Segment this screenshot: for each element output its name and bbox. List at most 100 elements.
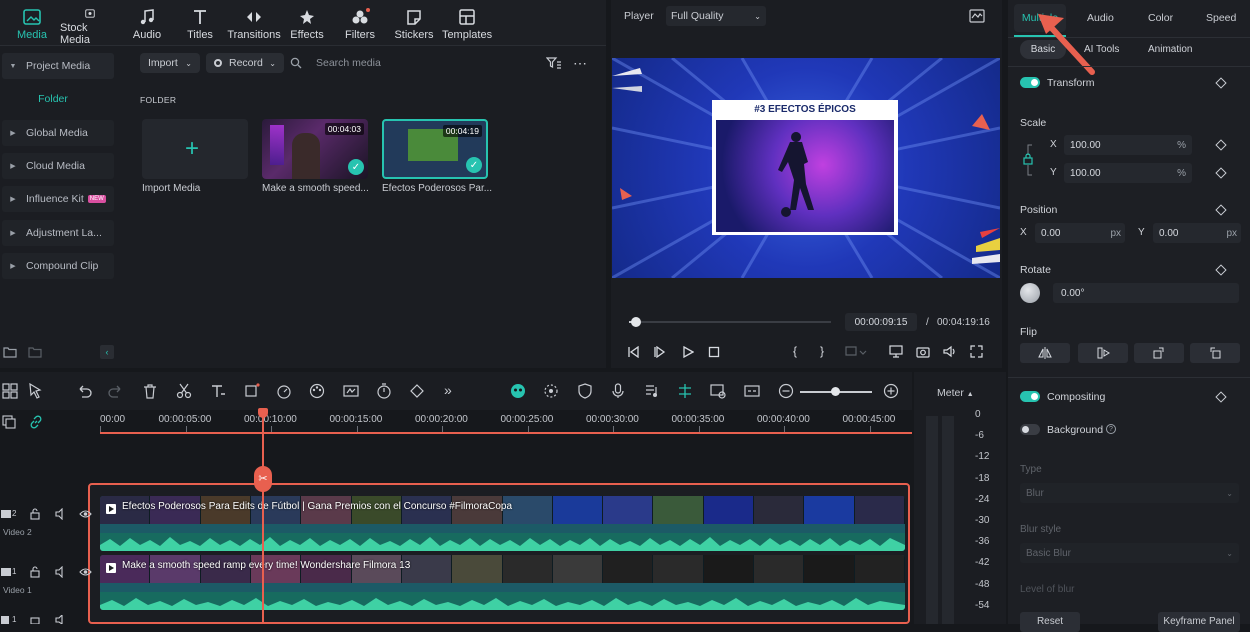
- zoom-in-icon[interactable]: [883, 383, 899, 399]
- tab-titles[interactable]: Titles: [182, 0, 218, 46]
- rotate-dial[interactable]: [1020, 283, 1040, 303]
- picture-in-picture-icon[interactable]: [710, 383, 726, 399]
- video-clip-track-2[interactable]: Efectos Poderosos Para Edits de Fútbol |…: [100, 496, 905, 551]
- display-icon[interactable]: [889, 345, 903, 358]
- stop-icon[interactable]: [708, 346, 720, 358]
- tab-speed[interactable]: Speed: [1206, 0, 1250, 36]
- insert-clip-icon[interactable]: [845, 346, 867, 358]
- keyframe-diamond-icon[interactable]: [1215, 264, 1227, 276]
- select-pointer-icon[interactable]: [28, 383, 44, 399]
- record-button[interactable]: Record ⌄: [206, 53, 284, 73]
- rotate-counterclockwise-button[interactable]: [1190, 343, 1240, 363]
- position-y-input[interactable]: 0.00 px: [1153, 223, 1241, 243]
- split-scissors-icon[interactable]: ✂: [254, 466, 272, 492]
- search-media-field[interactable]: Search media: [290, 53, 530, 73]
- caption-icon[interactable]: [744, 383, 760, 399]
- crop-icon[interactable]: [244, 383, 260, 399]
- reset-button[interactable]: Reset: [1020, 612, 1080, 632]
- redo-icon[interactable]: [108, 383, 124, 399]
- add-track-icon[interactable]: [2, 415, 16, 429]
- tab-stickers[interactable]: Stickers: [392, 0, 436, 46]
- sidebar-item-project-media[interactable]: ▼ Project Media: [2, 53, 114, 79]
- playback-progress-track[interactable]: [629, 321, 831, 323]
- sidebar-item-cloud-media[interactable]: ▶ Cloud Media: [2, 153, 114, 179]
- volume-icon[interactable]: [943, 345, 957, 358]
- video-preview[interactable]: #3 EFECTOS ÉPICOS: [612, 58, 1000, 278]
- fullscreen-icon[interactable]: [970, 345, 983, 358]
- flip-horizontal-button[interactable]: [1020, 343, 1070, 363]
- import-media-tile[interactable]: +: [142, 119, 248, 179]
- keyframe-diamond-icon[interactable]: [1215, 139, 1227, 151]
- blur-style-select[interactable]: Basic Blur ⌄: [1020, 543, 1239, 563]
- scale-y-input[interactable]: 100.00%: [1064, 163, 1192, 183]
- video-clip-track-1[interactable]: Make a smooth speed ramp every time! Won…: [100, 555, 905, 610]
- stabilize-icon[interactable]: [343, 383, 359, 399]
- music-list-icon[interactable]: [644, 383, 660, 399]
- delete-icon[interactable]: [142, 383, 158, 399]
- lock-track-icon[interactable]: [29, 615, 41, 624]
- background-toggle[interactable]: [1020, 424, 1040, 435]
- help-icon[interactable]: ?: [1106, 424, 1116, 434]
- previous-frame-icon[interactable]: [627, 346, 639, 358]
- subtab-animation[interactable]: Animation: [1148, 44, 1192, 55]
- quality-select[interactable]: Full Quality ⌄: [666, 6, 766, 26]
- link-icon[interactable]: [29, 415, 43, 429]
- sidebar-item-global-media[interactable]: ▶ Global Media: [2, 120, 114, 146]
- folder-icon[interactable]: [28, 346, 42, 358]
- playhead-handle[interactable]: [258, 408, 268, 418]
- tab-color[interactable]: Color: [1148, 0, 1173, 36]
- tab-transitions[interactable]: Transitions: [227, 0, 281, 46]
- tab-audio[interactable]: Audio: [128, 0, 166, 46]
- playhead-line[interactable]: [262, 410, 264, 624]
- meter-label[interactable]: Meter ▲: [937, 387, 974, 399]
- eye-icon[interactable]: [79, 508, 92, 520]
- media-clip-thumbnail-selected[interactable]: 00:04:19 ✓: [382, 119, 488, 179]
- sidebar-item-influence-kit[interactable]: ▶ Influence Kit NEW: [2, 186, 114, 212]
- keyframe-icon[interactable]: [409, 383, 425, 399]
- mute-track-icon[interactable]: [55, 615, 67, 624]
- compositing-toggle[interactable]: [1020, 391, 1040, 402]
- snap-icon[interactable]: [677, 383, 693, 399]
- tab-stock-media[interactable]: Stock Media: [60, 0, 120, 46]
- keyframe-panel-button[interactable]: Keyframe Panel: [1158, 612, 1240, 632]
- snapshot-icon[interactable]: [916, 345, 930, 358]
- rotate-clockwise-button[interactable]: [1134, 343, 1184, 363]
- undo-icon[interactable]: [76, 383, 92, 399]
- scale-x-input[interactable]: 100.00%: [1064, 135, 1192, 155]
- transform-toggle[interactable]: [1020, 77, 1040, 88]
- sidebar-item-compound-clip[interactable]: ▶ Compound Clip: [2, 253, 114, 279]
- sidebar-item-folder[interactable]: Folder: [0, 86, 124, 112]
- lock-track-icon[interactable]: [29, 566, 41, 578]
- media-clip-thumbnail[interactable]: 00:04:03 ✓: [262, 119, 368, 179]
- mute-track-icon[interactable]: [55, 566, 67, 578]
- render-icon[interactable]: [543, 383, 559, 399]
- filter-icon[interactable]: [546, 56, 562, 70]
- play-icon[interactable]: [682, 346, 694, 358]
- timer-icon[interactable]: [376, 383, 392, 399]
- play-reverse-icon[interactable]: [654, 346, 666, 358]
- collapse-sidebar-button[interactable]: ‹: [100, 345, 114, 359]
- ai-face-icon[interactable]: [510, 383, 526, 399]
- keyframe-diamond-icon[interactable]: [1215, 391, 1227, 403]
- tab-filters[interactable]: Filters: [342, 0, 378, 46]
- scissors-icon[interactable]: [176, 383, 192, 399]
- more-options-icon[interactable]: ⋯: [573, 55, 588, 72]
- mark-out-icon[interactable]: }: [820, 344, 824, 358]
- zoom-slider-knob[interactable]: [831, 387, 840, 396]
- keyframe-diamond-icon[interactable]: [1215, 77, 1227, 89]
- speed-icon[interactable]: [276, 383, 292, 399]
- mark-in-icon[interactable]: {: [793, 344, 797, 358]
- playhead-knob[interactable]: [631, 317, 642, 327]
- keyframe-diamond-icon[interactable]: [1215, 204, 1227, 216]
- lock-track-icon[interactable]: [29, 508, 41, 520]
- position-x-input[interactable]: 0.00 px: [1035, 223, 1125, 243]
- zoom-out-icon[interactable]: [778, 383, 794, 399]
- color-palette-icon[interactable]: [309, 383, 325, 399]
- shield-icon[interactable]: [577, 383, 593, 399]
- tab-effects[interactable]: Effects: [288, 0, 326, 46]
- flip-vertical-button[interactable]: [1078, 343, 1128, 363]
- sidebar-item-adjustment-layer[interactable]: ▶ Adjustment La...: [2, 220, 114, 246]
- new-folder-icon[interactable]: [3, 346, 17, 358]
- lock-icon[interactable]: [1022, 143, 1036, 177]
- current-time[interactable]: 00:00:09:15: [845, 313, 917, 331]
